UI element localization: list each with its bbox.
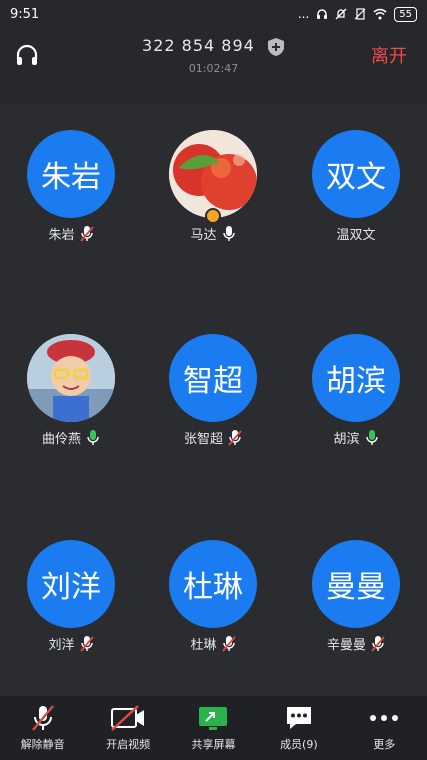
avatar-text: 杜琳 xyxy=(183,570,243,605)
participant-tile[interactable]: 曼曼 辛曼曼 xyxy=(285,540,427,653)
share-screen-icon xyxy=(199,707,228,730)
avatar-text: 智超 xyxy=(183,364,243,399)
participant-tile[interactable]: 朱岩 朱岩 xyxy=(0,130,142,243)
avatar-text: 朱岩 xyxy=(41,160,101,195)
child-photo-icon xyxy=(27,334,115,422)
mic-muted-icon xyxy=(79,225,94,242)
more-label: 更多 xyxy=(373,738,396,751)
avatar: 刘洋 xyxy=(27,540,115,628)
participant-name: 刘洋 xyxy=(48,638,75,653)
avatar: 双文 xyxy=(312,130,400,218)
participant-grid: 朱岩 朱岩 马达 双文 温双文 曲伶燕 智超 张智超 胡滨 胡滨 刘洋 刘洋 杜… xyxy=(0,104,427,696)
start-video-button[interactable]: 开启视频 xyxy=(88,704,168,752)
shield-plus-icon[interactable] xyxy=(267,37,285,57)
participant-tile[interactable]: 杜琳 杜琳 xyxy=(142,540,284,653)
participant-tile[interactable]: 刘洋 刘洋 xyxy=(0,540,142,653)
avatar: 胡滨 xyxy=(312,334,400,422)
avatar-text: 曼曼 xyxy=(326,570,386,605)
participant-name: 胡滨 xyxy=(333,432,360,447)
meeting-id-text: 322 854 894 xyxy=(142,36,255,55)
wifi-icon xyxy=(373,8,387,20)
video-off-icon xyxy=(111,705,145,731)
participant-name: 曲伶燕 xyxy=(41,432,81,447)
members-label: 成员(9) xyxy=(280,738,318,751)
participant-tile[interactable]: 胡滨 胡滨 xyxy=(285,334,427,447)
mic-active-icon xyxy=(365,429,378,445)
more-button[interactable]: 更多 xyxy=(344,704,424,752)
meeting-toolbar: 解除静音 开启视频 共享屏幕 成员(9) 更多 xyxy=(0,696,427,760)
host-badge-icon xyxy=(205,208,221,224)
mic-muted-icon xyxy=(31,705,54,731)
share-screen-label: 共享屏幕 xyxy=(191,738,236,751)
meeting-timer: 01:02:47 xyxy=(188,62,239,75)
participant-name: 温双文 xyxy=(336,228,376,243)
avatar: 智超 xyxy=(169,334,257,422)
meeting-header: 322 854 894 01:02:47 离开 xyxy=(0,28,427,104)
participant-tile[interactable]: 智超 张智超 xyxy=(142,334,284,447)
mic-muted-icon xyxy=(228,429,242,446)
mic-active-icon xyxy=(87,429,99,445)
mic-muted-icon xyxy=(221,635,236,652)
avatar-text: 刘洋 xyxy=(41,570,101,605)
mute-bell-icon xyxy=(335,8,347,20)
participant-tile[interactable]: 马达 xyxy=(142,130,284,243)
participant-name: 杜琳 xyxy=(190,638,217,653)
avatar-text: 胡滨 xyxy=(326,364,386,399)
avatar-text: 双文 xyxy=(326,160,386,195)
mic-muted-icon xyxy=(79,635,94,652)
mic-icon xyxy=(222,225,235,241)
meeting-id: 322 854 894 xyxy=(0,36,427,57)
more-dots-icon xyxy=(370,715,399,721)
participant-name: 马达 xyxy=(190,228,217,243)
avatar: 杜琳 xyxy=(169,540,257,628)
participant-tile[interactable]: 双文 温双文 xyxy=(285,130,427,243)
members-button[interactable]: 成员(9) xyxy=(259,704,339,752)
leave-button[interactable]: 离开 xyxy=(371,42,407,68)
avatar: 朱岩 xyxy=(27,130,115,218)
status-time: 9:51 xyxy=(10,6,40,22)
no-sim-icon xyxy=(354,8,366,20)
start-video-label: 开启视频 xyxy=(106,738,151,751)
avatar-photo-child xyxy=(27,334,115,422)
headset-status-icon xyxy=(317,9,328,19)
battery-indicator: 55 xyxy=(394,6,417,22)
status-icons: ... 55 xyxy=(297,6,417,22)
participant-name: 朱岩 xyxy=(48,228,75,243)
avatar: 曼曼 xyxy=(312,540,400,628)
status-bar: 9:51 ... 55 xyxy=(0,0,427,28)
apple-photo-icon xyxy=(169,130,257,218)
mic-muted-icon xyxy=(371,635,385,652)
avatar-photo-apple xyxy=(169,130,257,218)
participant-name: 辛曼曼 xyxy=(326,638,366,653)
participant-tile[interactable]: 曲伶燕 xyxy=(0,334,142,447)
unmute-label: 解除静音 xyxy=(20,738,65,751)
chat-bubble-icon xyxy=(286,707,311,729)
participant-name: 张智超 xyxy=(183,432,223,447)
share-screen-button[interactable]: 共享屏幕 xyxy=(173,704,253,752)
notification-dots: ... xyxy=(297,7,310,21)
unmute-button[interactable]: 解除静音 xyxy=(3,704,83,752)
